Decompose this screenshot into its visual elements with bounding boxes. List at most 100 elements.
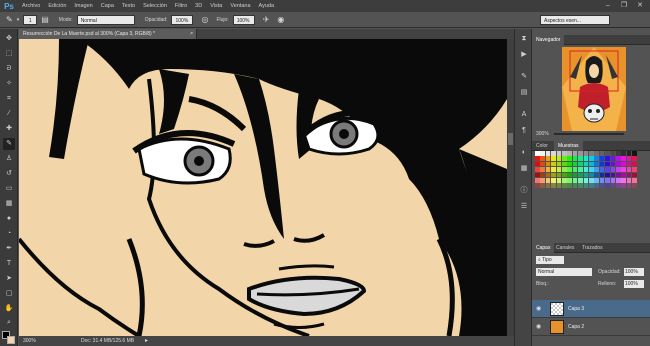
color-swatch[interactable] [605, 151, 610, 156]
document-canvas[interactable] [19, 39, 507, 336]
color-swatch[interactable] [616, 161, 621, 167]
color-swatch[interactable] [578, 183, 583, 188]
layer-opacity-input[interactable]: 100% [624, 268, 644, 276]
color-swatch[interactable] [626, 161, 632, 167]
properties-icon[interactable]: ☰ [518, 201, 530, 213]
background-color-swatch[interactable] [7, 336, 15, 344]
chevron-down-icon[interactable]: ▾ [17, 17, 20, 23]
menu-ventana[interactable]: Ventana [226, 0, 254, 12]
color-swatch[interactable] [572, 156, 578, 161]
tab-close-icon[interactable]: × [190, 29, 193, 39]
menu-3d[interactable]: 3D [191, 0, 206, 12]
color-swatch[interactable] [589, 178, 594, 183]
document-tab[interactable]: Resurrección De La Muerte.psd al 300% (C… [19, 29, 197, 39]
menu-seleccion[interactable]: Selección [139, 0, 171, 12]
quick-select-tool-icon[interactable]: ✧ [3, 78, 15, 90]
color-swatch[interactable] [605, 172, 610, 178]
color-swatch[interactable] [626, 183, 632, 188]
menu-archivo[interactable]: Archivo [18, 0, 44, 12]
color-swatch[interactable] [535, 183, 540, 188]
color-swatch[interactable] [583, 151, 589, 156]
color-swatch[interactable] [572, 151, 578, 156]
color-swatch[interactable] [567, 167, 572, 172]
color-swatch[interactable] [540, 156, 545, 161]
color-swatch[interactable] [599, 183, 605, 188]
color-swatch[interactable] [562, 183, 567, 188]
flow-input[interactable]: 100% [232, 14, 255, 25]
zoom-tool-icon[interactable]: ⌕ [3, 317, 15, 329]
layer-name[interactable]: Capa 3 [568, 300, 584, 318]
color-swatch[interactable] [556, 172, 562, 178]
color-swatch[interactable] [572, 167, 578, 172]
tab-channels[interactable]: Canales [552, 243, 578, 253]
color-swatch[interactable] [556, 178, 562, 183]
fill-input[interactable]: 100% [624, 280, 644, 288]
color-swatch[interactable] [540, 172, 545, 178]
color-swatch[interactable] [540, 161, 545, 167]
workspace-select[interactable]: Aspectos esen... [540, 15, 610, 25]
color-swatch[interactable] [599, 167, 605, 172]
color-swatch[interactable] [594, 151, 599, 156]
color-swatch[interactable] [535, 156, 540, 161]
color-swatch[interactable] [578, 161, 583, 167]
pressure-size-icon[interactable]: ◉ [277, 15, 284, 24]
actions-panel-icon[interactable]: ▶ [518, 49, 530, 61]
layer-filter-select[interactable]: ⌕ Tipo [536, 256, 564, 264]
swatches-grid[interactable] [535, 151, 639, 191]
color-swatch[interactable] [616, 172, 621, 178]
color-swatch[interactable] [610, 161, 616, 167]
marquee-tool-icon[interactable]: ⬚ [3, 48, 15, 60]
close-window-button[interactable]: ✕ [632, 0, 648, 12]
color-swatch[interactable] [535, 151, 540, 156]
color-swatch[interactable] [632, 167, 637, 172]
color-swatch[interactable] [551, 161, 556, 167]
character-panel-icon[interactable]: A [518, 109, 530, 121]
color-swatch[interactable] [562, 151, 567, 156]
color-swatch[interactable] [535, 167, 540, 172]
hand-tool-icon[interactable]: ✋ [3, 303, 15, 315]
color-swatch[interactable] [535, 178, 540, 183]
navigator-zoom-slider[interactable] [554, 133, 624, 135]
color-swatch[interactable] [567, 156, 572, 161]
history-panel-icon[interactable]: ⧗ [518, 33, 530, 45]
color-swatch[interactable] [589, 183, 594, 188]
color-swatch[interactable] [626, 178, 632, 183]
color-swatch[interactable] [610, 167, 616, 172]
color-swatch[interactable] [632, 172, 637, 178]
visibility-eye-icon[interactable]: ◉ [536, 305, 544, 313]
color-swatch[interactable] [551, 183, 556, 188]
color-swatch[interactable] [621, 178, 626, 183]
color-swatch[interactable] [556, 151, 562, 156]
blur-tool-icon[interactable]: ● [3, 213, 15, 225]
color-swatch[interactable] [632, 161, 637, 167]
color-swatch[interactable] [578, 151, 583, 156]
tab-swatches[interactable]: Muestras [554, 141, 583, 151]
color-swatch[interactable] [589, 151, 594, 156]
color-swatch[interactable] [578, 156, 583, 161]
color-swatch[interactable] [610, 151, 616, 156]
color-swatch[interactable] [583, 172, 589, 178]
layer-row[interactable]: ◉ Capa 3 [532, 300, 650, 318]
status-menu-arrow-icon[interactable]: ▸ [145, 336, 148, 346]
gradient-tool-icon[interactable]: ▦ [3, 198, 15, 210]
color-swatch[interactable] [610, 183, 616, 188]
navigator-zoom-value[interactable]: 300% [536, 131, 549, 137]
color-swatch[interactable] [583, 161, 589, 167]
color-swatch[interactable] [594, 161, 599, 167]
history-brush-tool-icon[interactable]: ↺ [3, 168, 15, 180]
airbrush-icon[interactable]: ✈ [263, 15, 270, 24]
color-swatch[interactable] [551, 167, 556, 172]
visibility-eye-icon[interactable]: ◉ [536, 323, 544, 331]
color-swatch[interactable] [540, 151, 545, 156]
color-swatch[interactable] [545, 183, 551, 188]
healing-tool-icon[interactable]: ✚ [3, 123, 15, 135]
styles-icon[interactable]: ▦ [518, 163, 530, 175]
color-swatch[interactable] [599, 178, 605, 183]
menu-edicion[interactable]: Edición [44, 0, 70, 12]
tab-paths[interactable]: Trazados [578, 243, 607, 253]
path-select-tool-icon[interactable]: ➤ [3, 273, 15, 285]
info-panel-icon[interactable]: ⓘ [518, 185, 530, 197]
color-swatch[interactable] [605, 161, 610, 167]
color-swatch[interactable] [562, 161, 567, 167]
color-swatch[interactable] [605, 178, 610, 183]
